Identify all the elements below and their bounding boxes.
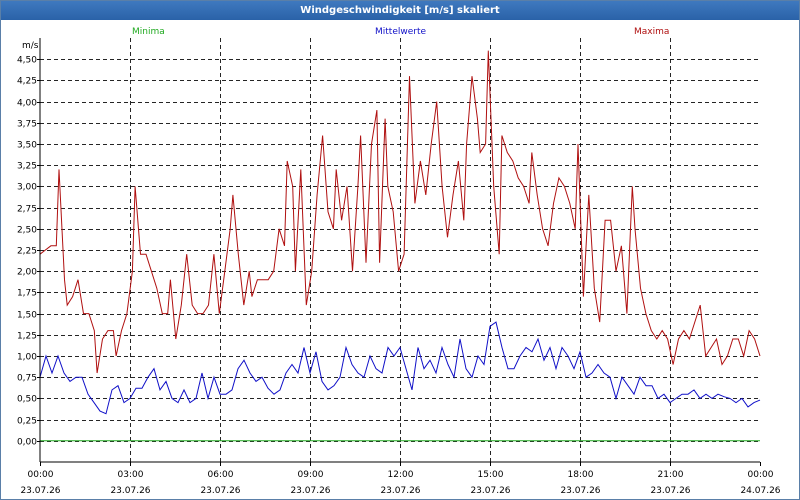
y-tick-label: 2,50: [17, 226, 37, 236]
y-tick-label: 3,25: [17, 162, 37, 172]
x-tick-time: 21:00: [658, 470, 684, 480]
legend-mittelwerte: Mittelwerte: [375, 27, 426, 37]
y-tick-label: 2,75: [17, 205, 37, 215]
x-tick-time: 12:00: [388, 470, 414, 480]
y-tick-label: 4,00: [17, 99, 37, 109]
y-tick-label: 1,75: [17, 289, 37, 299]
x-tick-date: 23.07.26: [200, 486, 240, 496]
y-tick-label: 0,75: [17, 374, 37, 384]
x-tick-time: 03:00: [118, 470, 144, 480]
y-tick-label: 0,00: [17, 438, 37, 448]
x-tick-date: 23.07.26: [470, 486, 510, 496]
y-tick-label: 3,75: [17, 120, 37, 130]
y-tick-label: 3,00: [17, 183, 37, 193]
x-tick-time: 18:00: [568, 470, 594, 480]
y-tick-label: 1,25: [17, 332, 37, 342]
y-tick-label: 3,50: [17, 141, 37, 151]
x-tick-date: 23.07.26: [290, 486, 330, 496]
x-tick-date: 24.07.26: [740, 486, 780, 496]
y-tick-label: 0,50: [17, 395, 37, 405]
x-tick-date: 23.07.26: [20, 486, 60, 496]
x-tick-time: 09:00: [298, 470, 324, 480]
maxima-line: [39, 50, 761, 374]
x-tick-time: 15:00: [478, 470, 504, 480]
wind-speed-chart: 4,50 4,25 4,00 3,75 3,50 3,25 3,00 2,75 2,50 2,25…: [17, 27, 781, 496]
y-tick-label: 1,50: [17, 311, 37, 321]
y-tick-label: 4,25: [17, 77, 37, 87]
y-tick-label: 2,25: [17, 247, 37, 257]
x-tick-time: 06:00: [208, 470, 234, 480]
x-tick-labels: 00:00 23.07.26 03:00 23.07.26 06:00 23.07.26 0…: [20, 470, 780, 496]
x-tick-time: 00:00: [748, 470, 774, 480]
x-tick-date: 23.07.26: [560, 486, 600, 496]
y-tick-labels: 4,50 4,25 4,00 3,75 3,50 3,25 3,00 2,75 2,50 2,25…: [17, 56, 37, 448]
y-tick-label: 2,00: [17, 268, 37, 278]
x-tick-date: 23.07.26: [650, 486, 690, 496]
y-tick-label: 1,00: [17, 353, 37, 363]
y-tick-label: 0,25: [17, 417, 37, 427]
x-tick-date: 23.07.26: [380, 486, 420, 496]
y-axis-unit-label: m/s: [22, 41, 39, 51]
legend-minima: Minima: [132, 27, 165, 37]
x-tick-time: 00:00: [28, 470, 54, 480]
grid: [40, 38, 760, 462]
y-tick-label: 4,50: [17, 56, 37, 66]
x-tick-date: 23.07.26: [110, 486, 150, 496]
legend-maxima: Maxima: [634, 27, 669, 37]
